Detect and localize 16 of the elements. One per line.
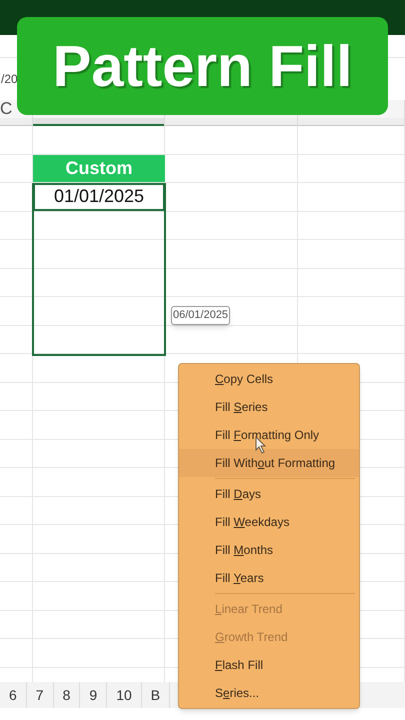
menu-item[interactable]: Fill Series	[179, 393, 359, 421]
fill-tooltip: 06/01/2025	[171, 306, 230, 325]
menu-item[interactable]: Fill Years	[179, 564, 359, 592]
formula-text: /20	[1, 71, 18, 88]
menu-item[interactable]: Flash Fill	[179, 651, 359, 679]
menu-item[interactable]: Fill Weekdays	[179, 508, 359, 536]
menu-item[interactable]: Fill Formatting Only	[179, 421, 359, 449]
menu-item[interactable]: Copy Cells	[179, 365, 359, 393]
banner-title: Pattern Fill	[52, 32, 352, 100]
table-cell[interactable]: 01/01/2025	[33, 183, 165, 210]
column-header[interactable]	[33, 118, 164, 126]
menu-item[interactable]: Series...	[179, 679, 359, 707]
table-cell: Custom	[33, 154, 165, 182]
menu-item[interactable]: Fill Months	[179, 536, 359, 564]
menu-item[interactable]: Fill Days	[179, 480, 359, 508]
column-header-label: C	[0, 100, 14, 117]
